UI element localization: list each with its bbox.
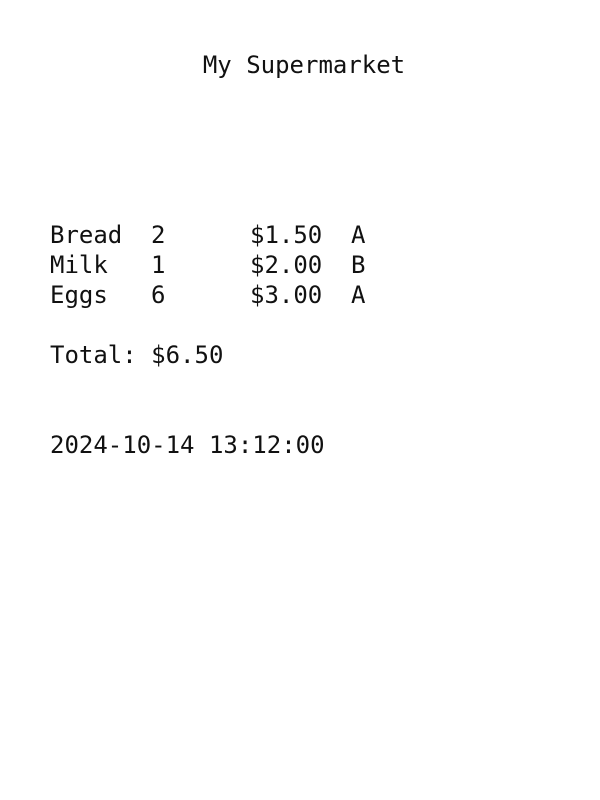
item-price: $2.00: [250, 251, 323, 279]
item-name: Milk: [50, 251, 108, 279]
item-quantity: 1: [151, 251, 166, 279]
receipt-total: Total: $6.50: [50, 341, 224, 369]
item-price: $3.00: [250, 281, 323, 309]
line-item: Eggs 6 $3.00 A: [50, 280, 381, 310]
item-quantity: 2: [151, 221, 166, 249]
line-item: Milk 1 $2.00 B: [50, 250, 381, 280]
receipt-timestamp: 2024-10-14 13:12:00: [50, 431, 325, 459]
item-price: $1.50: [250, 221, 323, 249]
item-list: Bread 2 $1.50 A Milk 1 $2.00 B Eggs 6 $3…: [50, 220, 381, 310]
item-tax-code: A: [351, 221, 366, 249]
line-item: Bread 2 $1.50 A: [50, 220, 381, 250]
item-quantity: 6: [151, 281, 166, 309]
item-name: Eggs: [50, 281, 108, 309]
receipt: My Supermarket Bread 2 $1.50 A Milk 1 $2…: [0, 0, 600, 800]
item-tax-code: A: [351, 281, 366, 309]
item-name: Bread: [50, 221, 123, 249]
item-tax-code: B: [351, 251, 366, 279]
store-name: My Supermarket: [202, 51, 406, 79]
